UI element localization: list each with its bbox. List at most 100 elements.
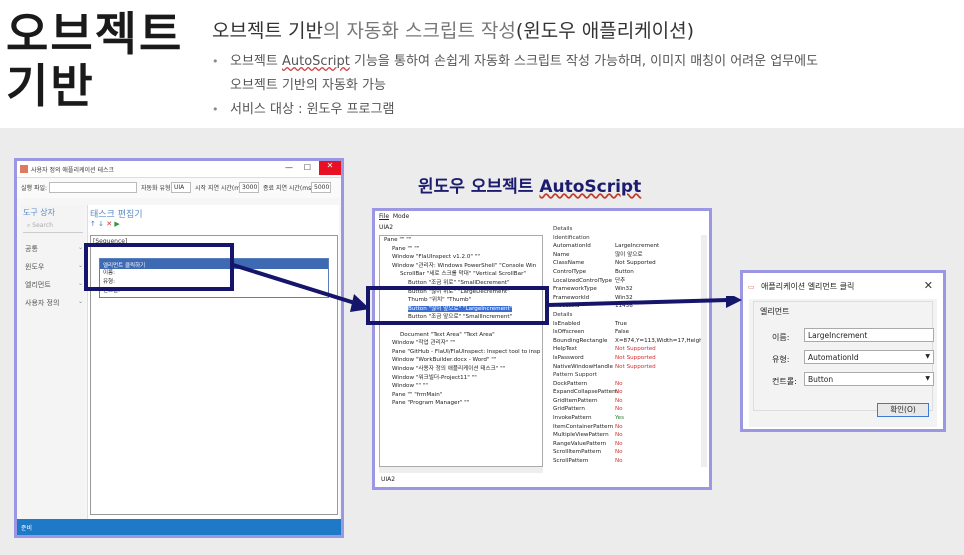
tree-node[interactable]: ScrollBar "세로 스크롤 막대" "Vertical ScrollBa… [380,270,542,279]
toolbox-search-input[interactable]: ⌕ Search [23,220,83,233]
detail-section[interactable]: Details [549,311,707,320]
subtitle-muted: 의 자동화 스크립트 작성 [322,20,516,42]
detail-value: Win32 [615,286,633,293]
tree-node-label: Pane "" "frmMain" [392,391,443,398]
detail-row: IsEnabled True [549,320,707,329]
toolbox-item-custom[interactable]: 사용자 정의 ⌄ [21,295,85,313]
toolbox-item-element[interactable]: 엘리먼트 ⌄ [21,277,85,295]
detail-row: HelpText Not Supported [549,345,707,354]
detail-key: IsEnabled [553,320,581,327]
element-tree[interactable]: Pane "" "" Pane "" "" Window "FlaUInspect … [379,235,543,467]
detail-value: 단추 [615,277,626,284]
detail-section[interactable]: Pattern Support [549,371,707,380]
tree-node[interactable]: Pane "GitHub - FlaUI/FlaUInspect: Inspec… [380,348,542,357]
end-wait-input[interactable]: 5000 [311,182,331,193]
detail-value: No [615,432,623,439]
detail-row: GridItemPattern No [549,397,707,406]
tree-node[interactable]: Pane "" "" [380,245,542,254]
detail-row: ClassName Not Supported [549,259,707,268]
detail-value: X=874,Y=113,Width=17,Height= [615,337,707,344]
footer-label: UIA2 [381,476,396,483]
type-select[interactable]: AutomationId ▼ [804,350,934,364]
close-icon[interactable]: ✕ [106,220,112,228]
name-input[interactable]: LargeIncrement [804,328,934,342]
chevron-down-icon: ⌄ [77,298,83,305]
detail-row: ScrollItemPattern No [549,448,707,457]
toolbox-item-label: 엘리먼트 [25,281,51,289]
tree-node-label: Pane "" "" [392,245,420,252]
detail-row: InvokePattern Yes [549,414,707,423]
toolbox-item-label: 공통 [25,245,38,253]
detail-value: No [615,440,623,447]
play-icon[interactable]: ▶ [114,220,119,228]
chevron-down-icon: ⌄ [77,262,83,269]
tree-node[interactable]: Window "관리자: Windows PowerShell" "Consol… [380,262,542,271]
detail-row: NativeWindowHandle Not Supported [549,363,707,372]
detail-row: LocalizedControlType 단추 [549,277,707,286]
detail-key: ControlType [553,268,587,275]
start-wait-input[interactable]: 3000 [239,182,259,193]
menu-file[interactable]: File [379,213,389,220]
task-window: 사용자 정의 애플리케이션 테스크 — ☐ ✕ 실행 파일: 자동화 유형: U… [14,158,344,538]
tree-node[interactable]: Window "사용자 정의 애플리케이션 태스크" "" [380,365,542,374]
detail-key: DockPattern [553,380,588,387]
arrow-down-icon[interactable]: ↓ [98,220,104,228]
ok-button[interactable]: 확인(O) [877,403,929,417]
task-window-title: 사용자 정의 애플리케이션 테스크 [31,167,115,174]
toolbox-item-window[interactable]: 윈도우 ⌄ [21,259,85,277]
menu-mode[interactable]: Mode [393,213,409,220]
tree-node[interactable]: Window "" "" [380,382,542,391]
tree-node-label: Window "작업 관리자" "" [392,340,456,347]
tree-node-label: Pane "Program Manager" "" [392,400,470,407]
chevron-down-icon: ▼ [925,375,930,382]
type-value: AutomationId [808,353,859,362]
bullet-1-post: 기능을 통하여 손쉽게 자동화 스크립트 작성 가능하며, 이미지 매칭이 어려… [349,54,819,69]
toolbox-item-label: 윈도우 [25,263,45,271]
toolbox-item-label: 사용자 정의 [25,299,60,307]
tree-node-label: Document "Text Area" "Text Area" [400,331,495,338]
detail-key: RangeValuePattern [553,440,607,447]
details-scrollbar[interactable] [701,235,707,467]
tree-node[interactable]: Pane "Program Manager" "" [380,399,542,408]
arrow-icon [548,296,742,308]
arrow-up-icon[interactable]: ↑ [90,220,96,228]
bullet-list: 오브젝트 AutoScript 기능을 통하여 손쉽게 자동화 스크립트 작성 … [212,50,952,122]
chevron-down-icon: ⌄ [77,244,83,251]
detail-row: ExpandCollapsePattern No [549,388,707,397]
tree-node[interactable]: Document "Text Area" "Text Area" [380,331,542,340]
detail-key: ItemContainerPattern [553,423,614,430]
detail-row: ScrollPattern No [549,457,707,466]
tree-node[interactable]: Window "워크빌더-Project11" "" [380,374,542,383]
control-label: 컨트롤: [772,377,797,386]
tree-node[interactable]: Window "FlaUInspect v1.2.0" "" [380,253,542,262]
detail-section[interactable]: Details [549,225,707,234]
auto-type-select[interactable]: UIA [171,182,191,193]
tree-hscrollbar[interactable] [379,467,543,473]
detail-value: No [615,380,623,387]
detail-value: True [615,320,627,327]
control-select[interactable]: Button ▼ [804,372,934,386]
tree-node[interactable]: Window "작업 관리자" "" [380,339,542,348]
detail-row: IsPassword Not Supported [549,354,707,363]
bullet-2: 서비스 대상 : 윈도우 프로그램 [212,98,952,122]
slide-header: 오브젝트 기반 오브젝트 기반의 자동화 스크립트 작성(윈도우 애플리케이션)… [0,0,964,128]
detail-key: Name [553,251,570,258]
inspector-menu: File Mode [375,211,709,221]
details-panel: Details Identification AutomationId LargeIn… [549,225,707,469]
detail-section[interactable]: Identification [549,234,707,243]
exec-file-input[interactable] [49,182,137,193]
detail-row: ControlType Button [549,268,707,277]
element-group: 엘리먼트 이름: LargeIncrement 유형: AutomationId… [753,301,934,411]
tree-node[interactable]: Pane "" "" [380,236,542,245]
bullet-1-cont: 오브젝트 기반의 자동화 가능 [230,78,386,93]
detail-value: Button [615,268,634,275]
minimize-icon[interactable]: — [285,163,293,172]
maximize-icon[interactable]: ☐ [304,163,311,172]
toolbox-item-common[interactable]: 공통 ⌄ [21,241,85,259]
tree-node[interactable]: Pane "" "frmMain" [380,391,542,400]
uia2-label: UIA2 [379,224,394,231]
close-icon[interactable]: ✕ [924,279,933,292]
bullet-1-wavy: AutoScript [281,54,350,69]
close-icon[interactable]: ✕ [319,161,341,175]
tree-node[interactable]: Window "WorkBuilder.docx - Word" "" [380,356,542,365]
